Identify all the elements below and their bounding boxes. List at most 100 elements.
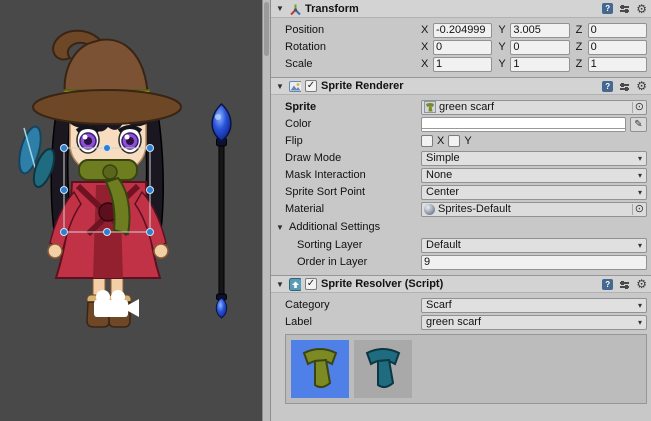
scale-x-field[interactable] [433,57,492,72]
draw-mode-value: Simple [426,152,634,164]
category-label: Category [285,299,421,311]
order-in-layer-row: Order in Layer [297,254,647,270]
additional-settings-title: Additional Settings [289,221,380,233]
axis-z-label: Z [576,24,586,36]
sprite-row: Sprite green scarf ⊙ [285,99,647,115]
object-picker-icon[interactable]: ⊙ [632,102,644,113]
foldout-icon[interactable]: ▼ [275,223,285,232]
sprite-object-field[interactable]: green scarf ⊙ [421,100,647,115]
sprite-renderer-title: Sprite Renderer [321,80,404,92]
order-in-layer-field[interactable] [421,255,647,270]
rotation-row: Rotation X Y Z [285,39,647,55]
dropdown-arrow-icon: ▾ [638,241,642,250]
position-z-field[interactable] [588,23,647,38]
preset-icon[interactable] [619,279,630,290]
sprite-renderer-header[interactable]: ▼ ✓ Sprite Renderer ? ⚙ [271,77,651,95]
flip-row: Flip X Y [285,133,647,149]
dropdown-arrow-icon: ▾ [638,188,642,197]
sprite-sort-point-dropdown[interactable]: Center ▾ [421,185,647,200]
color-row: Color ✎ [285,116,647,132]
dropdown-arrow-icon: ▾ [638,318,642,327]
category-value: Scarf [426,299,634,311]
draw-mode-dropdown[interactable]: Simple ▾ [421,151,647,166]
label-label: Label [285,316,421,328]
sprite-variant-thumbnails [285,334,647,404]
thumbnail-teal-scarf[interactable] [354,340,412,398]
help-icon[interactable]: ? [602,3,613,14]
help-icon[interactable]: ? [602,81,613,92]
scale-y-field[interactable] [510,57,569,72]
flip-x-label: X [437,135,444,147]
preset-icon[interactable] [619,3,630,14]
label-dropdown[interactable]: green scarf ▾ [421,315,647,330]
label-row: Label green scarf ▾ [285,314,647,330]
sorting-layer-label: Sorting Layer [297,239,421,251]
order-in-layer-label: Order in Layer [297,256,421,268]
category-row: Category Scarf ▾ [285,297,647,313]
label-value: green scarf [426,316,634,328]
material-sphere-icon [424,204,435,215]
transform-title: Transform [305,3,359,15]
foldout-icon[interactable]: ▼ [275,280,285,289]
sprite-resolver-enabled-checkbox[interactable]: ✓ [305,278,317,290]
axis-x-label: X [421,58,431,70]
eyedropper-icon[interactable]: ✎ [630,117,647,132]
position-y-field[interactable] [510,23,569,38]
additional-settings-foldout[interactable]: ▼ Additional Settings [275,219,647,235]
flip-x-checkbox[interactable] [421,135,433,147]
gear-icon[interactable]: ⚙ [636,80,647,92]
sprite-sort-point-label: Sprite Sort Point [285,186,421,198]
sprite-object-name: green scarf [439,101,629,113]
axis-y-label: Y [498,41,508,53]
material-label: Material [285,203,421,215]
axis-x-label: X [421,24,431,36]
foldout-icon[interactable]: ▼ [275,4,285,13]
color-swatch[interactable] [421,117,626,132]
gear-icon[interactable]: ⚙ [636,3,647,15]
object-picker-icon[interactable]: ⊙ [632,204,644,215]
alpha-bar [422,128,625,131]
scale-label: Scale [285,58,421,70]
position-x-field[interactable] [433,23,492,38]
gear-icon[interactable]: ⚙ [636,278,647,290]
flip-y-checkbox[interactable] [448,135,460,147]
position-label: Position [285,24,421,36]
scene-view[interactable] [0,0,262,421]
sprite-label: Sprite [285,101,421,113]
draw-mode-row: Draw Mode Simple ▾ [285,150,647,166]
unity-editor: ▼ Transform ? ⚙ Position X Y Z [0,0,651,421]
scrollbar-thumb[interactable] [264,2,269,56]
sorting-layer-dropdown[interactable]: Default ▾ [421,238,647,253]
character-sprite[interactable] [15,31,181,327]
thumbnail-green-scarf[interactable] [291,340,349,398]
material-row: Material Sprites-Default ⊙ [285,201,647,217]
inspector-scrollbar[interactable] [262,0,271,421]
dropdown-arrow-icon: ▾ [638,154,642,163]
check-icon: ✓ [307,279,315,289]
sprite-renderer-enabled-checkbox[interactable]: ✓ [305,80,317,92]
transform-icon [289,3,301,15]
category-dropdown[interactable]: Scarf ▾ [421,298,647,313]
draw-mode-label: Draw Mode [285,152,421,164]
transform-header[interactable]: ▼ Transform ? ⚙ [271,0,651,18]
material-object-field[interactable]: Sprites-Default ⊙ [421,202,647,217]
material-object-name: Sprites-Default [438,203,629,215]
preset-icon[interactable] [619,81,630,92]
dropdown-arrow-icon: ▾ [638,301,642,310]
axis-y-label: Y [498,24,508,36]
scene-canvas [0,0,262,421]
foldout-icon[interactable]: ▼ [275,82,285,91]
mask-interaction-row: Mask Interaction None ▾ [285,167,647,183]
sprite-resolver-body: Category Scarf ▾ Label green scarf ▾ [271,293,651,412]
camera-gizmo-icon [94,290,139,317]
sprite-resolver-header[interactable]: ▼ ✓ Sprite Resolver (Script) ? ⚙ [271,275,651,293]
staff-sprite[interactable] [212,104,231,318]
rotation-z-field[interactable] [588,40,647,55]
mask-interaction-value: None [426,169,634,181]
rotation-y-field[interactable] [510,40,569,55]
mask-interaction-label: Mask Interaction [285,169,421,181]
help-icon[interactable]: ? [602,279,613,290]
mask-interaction-dropdown[interactable]: None ▾ [421,168,647,183]
scale-z-field[interactable] [588,57,647,72]
rotation-x-field[interactable] [433,40,492,55]
